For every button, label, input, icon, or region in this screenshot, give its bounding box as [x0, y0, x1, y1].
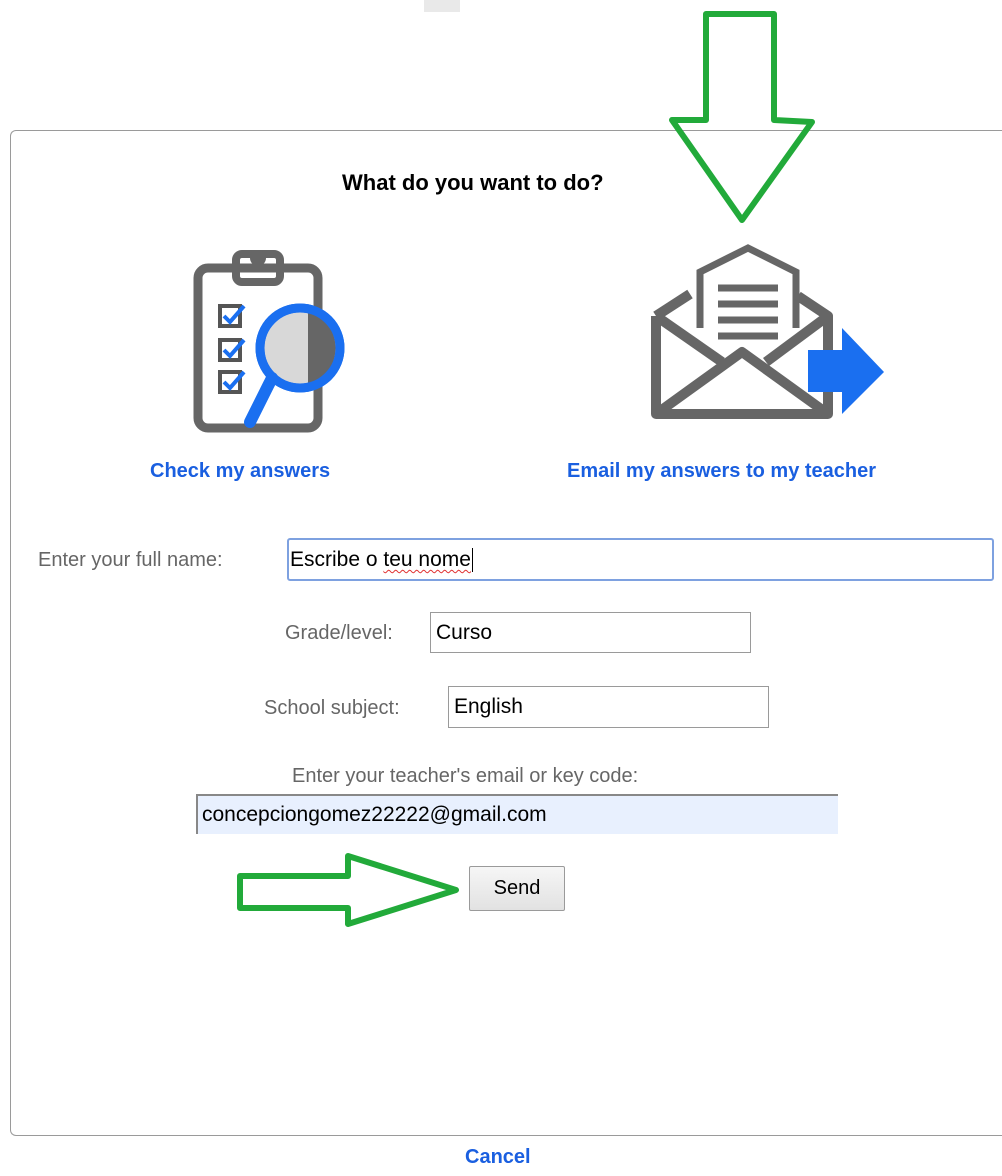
- subject-label: School subject:: [264, 697, 400, 719]
- dialog-title: What do you want to do?: [342, 170, 604, 195]
- cancel-link[interactable]: Cancel: [465, 1146, 531, 1169]
- check-answers-link[interactable]: Check my answers: [150, 460, 330, 483]
- subject-input[interactable]: [448, 686, 769, 728]
- full-name-label: Enter your full name:: [38, 549, 223, 571]
- down-arrow-annotation: [668, 10, 818, 231]
- email-answers-link[interactable]: Email my answers to my teacher: [567, 460, 876, 483]
- grade-label: Grade/level:: [285, 622, 393, 644]
- grade-input[interactable]: [430, 612, 751, 653]
- send-button[interactable]: Send: [469, 866, 565, 911]
- envelope-send-icon[interactable]: [648, 244, 888, 429]
- top-tab: [424, 0, 460, 12]
- right-arrow-annotation: [236, 852, 462, 935]
- teacher-email-label: Enter your teacher's email or key code:: [292, 765, 639, 787]
- teacher-email-input[interactable]: [196, 794, 838, 834]
- full-name-input[interactable]: [287, 538, 994, 581]
- clipboard-search-icon[interactable]: [192, 244, 352, 439]
